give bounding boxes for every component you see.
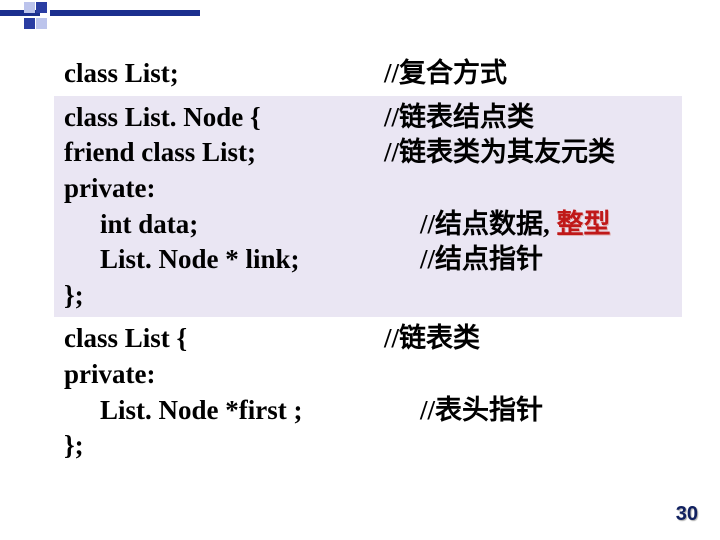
code-comment: //复合方式 xyxy=(384,56,672,92)
code-line: int data; xyxy=(64,207,420,243)
code-line: }; xyxy=(64,428,384,464)
code-content: class List; //复合方式 class List. Node { //… xyxy=(64,56,672,464)
code-line: }; xyxy=(64,278,384,314)
page-number: 30 xyxy=(676,503,698,526)
code-block-highlight: class List. Node { //链表结点类 friend class … xyxy=(54,96,682,318)
code-comment: //链表类 xyxy=(384,321,672,357)
code-comment: //结点指针 xyxy=(420,242,672,278)
code-line: private: xyxy=(64,171,384,207)
code-line: class List. Node { xyxy=(64,100,384,136)
code-line: class List { xyxy=(64,321,384,357)
code-line: private: xyxy=(64,357,384,393)
code-line: friend class List; xyxy=(64,135,384,171)
emphasis-text: 整型 xyxy=(557,209,611,239)
code-line: class List; xyxy=(64,56,384,92)
code-comment: //结点数据, 整型 xyxy=(420,207,672,243)
code-comment: //链表结点类 xyxy=(384,100,672,136)
code-line: List. Node *first ; xyxy=(64,393,420,429)
slide: class List; //复合方式 class List. Node { //… xyxy=(0,0,720,540)
code-comment: //链表类为其友元类 xyxy=(384,135,672,171)
code-comment: //表头指针 xyxy=(420,393,672,429)
code-line: List. Node * link; xyxy=(64,242,420,278)
corner-decoration xyxy=(0,0,200,35)
